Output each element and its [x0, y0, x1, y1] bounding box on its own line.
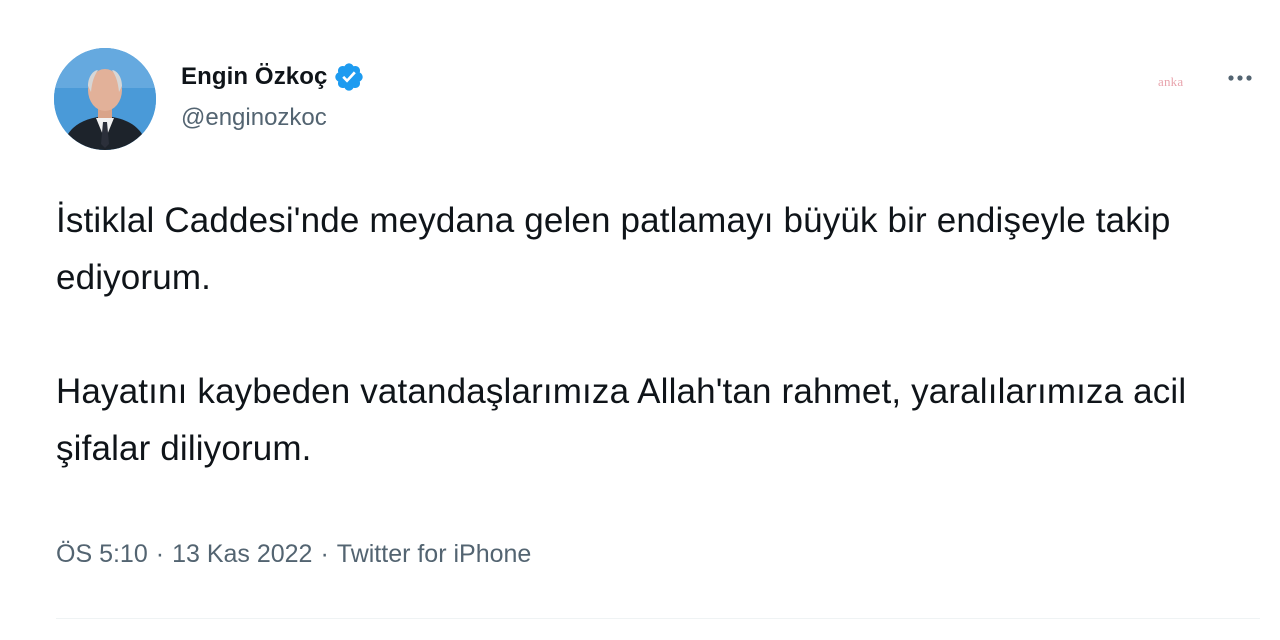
divider — [56, 618, 1260, 619]
author-name-row: Engin Özkoç — [181, 60, 365, 94]
tweet-text: İstiklal Caddesi'nde meydana gelen patla… — [56, 201, 1187, 468]
meta-separator: · — [320, 540, 329, 568]
tweet-metadata: ÖS 5:10 · 13 Kas 2022 · Twitter for iPho… — [56, 540, 531, 569]
author-avatar[interactable] — [54, 48, 156, 150]
tweet-source[interactable]: Twitter for iPhone — [337, 540, 532, 569]
more-options-icon — [1228, 75, 1252, 81]
meta-separator: · — [155, 540, 165, 568]
tweet-time[interactable]: ÖS 5:10 — [56, 540, 148, 569]
author-display-name[interactable]: Engin Özkoç — [181, 63, 327, 91]
tweet-date[interactable]: 13 Kas 2022 — [172, 540, 312, 569]
more-options-button[interactable] — [1220, 60, 1260, 96]
tweet-card: Engin Özkoç @enginozkoc anka İstiklal Ca… — [0, 0, 1280, 640]
author-handle[interactable]: @enginozkoc — [181, 104, 327, 132]
avatar-image — [54, 48, 156, 150]
watermark-logo: anka — [1158, 74, 1184, 89]
verified-badge-icon — [333, 61, 365, 93]
